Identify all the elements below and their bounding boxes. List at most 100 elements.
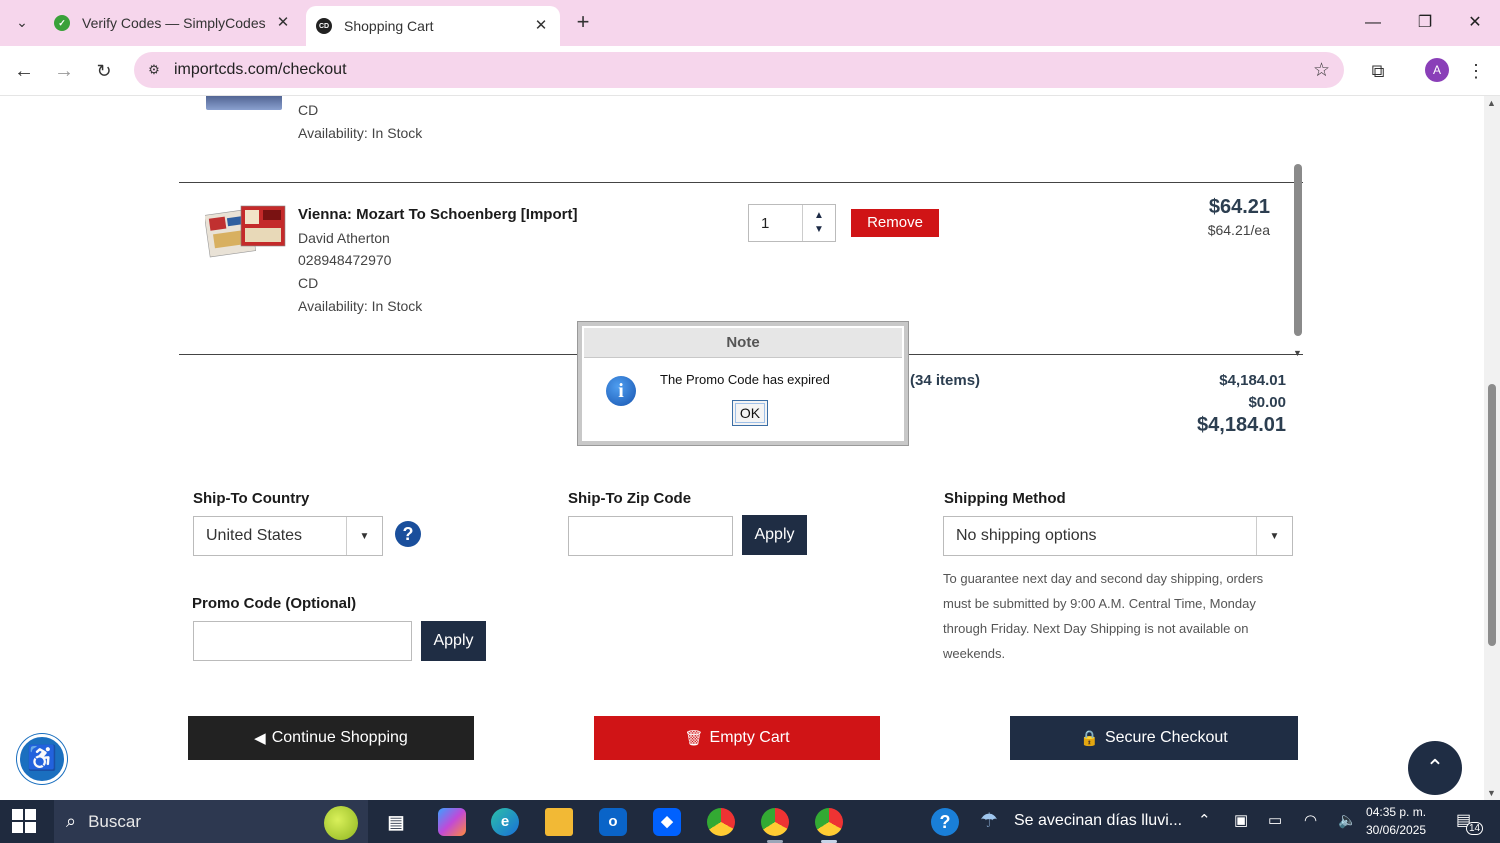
item-title[interactable]: Vienna: Mozart To Schoenberg [Import] (298, 206, 577, 223)
chevron-down-icon: ▼ (1256, 517, 1292, 555)
shipping-method-label: Shipping Method (944, 490, 1066, 507)
tab-title: Shopping Cart (344, 18, 434, 34)
zip-apply-button[interactable]: Apply (742, 515, 807, 555)
rain-umbrella-icon[interactable]: ☂ (980, 808, 998, 833)
outlook-icon[interactable]: o (599, 808, 627, 836)
battery-icon[interactable]: ▭ (1268, 811, 1282, 829)
task-view-icon[interactable]: ▤ (382, 808, 410, 836)
empty-cart-button[interactable]: 🗑 Empty Cart (594, 716, 880, 760)
item-availability: Availability: In Stock (298, 298, 423, 314)
trash-icon: 🗑 (684, 730, 704, 747)
increment-arrow-icon[interactable]: ▲ (814, 209, 824, 223)
continue-shopping-label: Continue Shopping (271, 729, 408, 746)
ship-country-value: United States (206, 527, 303, 544)
ship-zip-label: Ship-To Zip Code (568, 490, 692, 507)
browser-toolbar: ← → ↻ ⚙ importcds.com/checkout ☆ ⧉ ⋮ (0, 46, 1500, 96)
quantity-input[interactable] (749, 205, 803, 241)
shipping-method-select[interactable]: No shipping options ▼ (943, 516, 1293, 556)
shipping-note: To guarantee next day and second day shi… (943, 571, 1264, 661)
search-icon: ⌕ (66, 811, 77, 831)
ship-zip-input[interactable] (568, 516, 733, 556)
scroll-to-top-chevron-icon[interactable]: ⌃ (1408, 741, 1462, 795)
back-arrow-icon[interactable]: ← (10, 57, 38, 85)
item-format: CD (298, 275, 319, 291)
profile-avatar[interactable]: A (1425, 58, 1449, 82)
cart-list-scroll-thumb[interactable] (1294, 164, 1302, 336)
tab-title: Verify Codes — SimplyCodes (82, 15, 266, 31)
importcds-icon: CD (316, 18, 332, 34)
file-explorer-icon[interactable] (545, 808, 573, 836)
chevron-down-icon: ▼ (346, 517, 382, 555)
minimize-icon[interactable]: — (1358, 10, 1388, 36)
close-tab-icon[interactable]: ✕ (532, 17, 550, 35)
album-cover-image[interactable] (205, 202, 289, 260)
secure-checkout-button[interactable]: 🔒 Secure Checkout (1010, 716, 1298, 760)
taskbar-clock[interactable]: 04:35 p. m. 30/06/2025 (1366, 803, 1426, 839)
empty-cart-label: Empty Cart (709, 729, 790, 746)
dialog-ok-button[interactable]: OK (732, 400, 768, 426)
bookmark-star-icon[interactable]: ☆ (1313, 59, 1330, 82)
subtotal-value: $4,184.01 (1219, 372, 1286, 389)
weather-text[interactable]: Se avecinan días lluvi... (1014, 812, 1182, 830)
dialog-title: Note (584, 328, 902, 358)
info-icon: i (606, 376, 636, 406)
new-tab-plus-icon[interactable]: + (570, 10, 596, 36)
dialog-message: The Promo Code has expired (660, 372, 830, 387)
tab-shopping-cart[interactable]: CD Shopping Cart ✕ (306, 6, 560, 46)
volume-icon[interactable]: 🔈 (1338, 811, 1357, 829)
url-text[interactable]: importcds.com/checkout (174, 61, 347, 79)
grand-total-value: $4,184.01 (1197, 414, 1286, 436)
tab-simplycodes[interactable]: ✓ Verify Codes — SimplyCodes ✕ (44, 6, 302, 40)
meet-now-icon[interactable]: ▣ (1234, 811, 1248, 829)
previous-item-format: CD (298, 102, 319, 118)
taskbar-search[interactable]: ⌕ Buscar (54, 800, 368, 843)
restore-icon[interactable]: ❐ (1410, 10, 1440, 36)
edge-icon[interactable]: e (491, 808, 519, 836)
extensions-puzzle-icon[interactable]: ⧉ (1364, 57, 1392, 85)
promo-code-input[interactable] (193, 621, 412, 661)
address-bar[interactable]: ⚙ importcds.com/checkout ☆ (134, 52, 1344, 88)
decrement-arrow-icon[interactable]: ▼ (814, 223, 824, 237)
copilot-icon[interactable] (438, 808, 466, 836)
page-scrollbar[interactable]: ▲ ▼ (1484, 96, 1500, 800)
page-viewport: CD Availability: In Stock Vienna: Mozart… (0, 96, 1500, 800)
cart-list-scrollbar[interactable]: ▼ (1292, 156, 1304, 358)
tab-search-chevron-icon[interactable]: ⌄ (8, 8, 36, 36)
chrome-active-icon[interactable] (815, 808, 843, 836)
reload-icon[interactable]: ↻ (90, 57, 118, 85)
forward-arrow-icon[interactable]: → (50, 57, 78, 85)
previous-item-cover[interactable] (206, 96, 282, 110)
page-scroll-thumb[interactable] (1488, 384, 1496, 646)
item-artist: David Atherton (298, 230, 390, 246)
promo-code-label: Promo Code (Optional) (192, 595, 357, 612)
scroll-up-arrow-icon[interactable]: ▲ (1487, 98, 1496, 108)
site-info-icon[interactable]: ⚙ (144, 60, 164, 80)
continue-shopping-button[interactable]: ◀ Continue Shopping (188, 716, 474, 760)
help-icon[interactable]: ? (931, 808, 959, 836)
item-divider (179, 182, 1303, 183)
clock-time: 04:35 p. m. (1366, 805, 1427, 819)
taskbar-search-placeholder: Buscar (88, 811, 142, 831)
wifi-icon[interactable]: ◠ (1304, 811, 1317, 829)
windows-start-icon[interactable] (12, 809, 36, 833)
quantity-arrows: ▲ ▼ (803, 205, 835, 241)
close-window-icon[interactable]: ✕ (1460, 10, 1490, 36)
remove-button[interactable]: Remove (851, 209, 939, 237)
secure-checkout-label: Secure Checkout (1104, 729, 1228, 746)
browser-tab-bar: ⌄ ✓ Verify Codes — SimplyCodes ✕ CD Shop… (0, 0, 1500, 46)
chrome-icon[interactable] (707, 808, 735, 836)
notifications-count: 14 (1466, 822, 1484, 835)
help-question-icon[interactable]: ? (395, 521, 421, 547)
dropbox-icon[interactable]: ◆ (653, 808, 681, 836)
shipping-method-value: No shipping options (956, 527, 1097, 544)
promo-apply-button[interactable]: Apply (421, 621, 486, 661)
ship-country-select[interactable]: United States ▼ (193, 516, 383, 556)
accessibility-icon[interactable]: ♿ (17, 734, 67, 784)
clock-date: 30/06/2025 (1366, 823, 1427, 837)
chrome-profile-icon[interactable] (761, 808, 789, 836)
menu-kebab-icon[interactable]: ⋮ (1462, 57, 1490, 85)
scroll-down-arrow-icon[interactable]: ▼ (1487, 788, 1496, 798)
scroll-down-arrow-icon[interactable]: ▼ (1293, 348, 1302, 358)
show-hidden-icons-chevron-icon[interactable]: ⌃ (1198, 811, 1211, 829)
close-tab-icon[interactable]: ✕ (274, 14, 292, 32)
